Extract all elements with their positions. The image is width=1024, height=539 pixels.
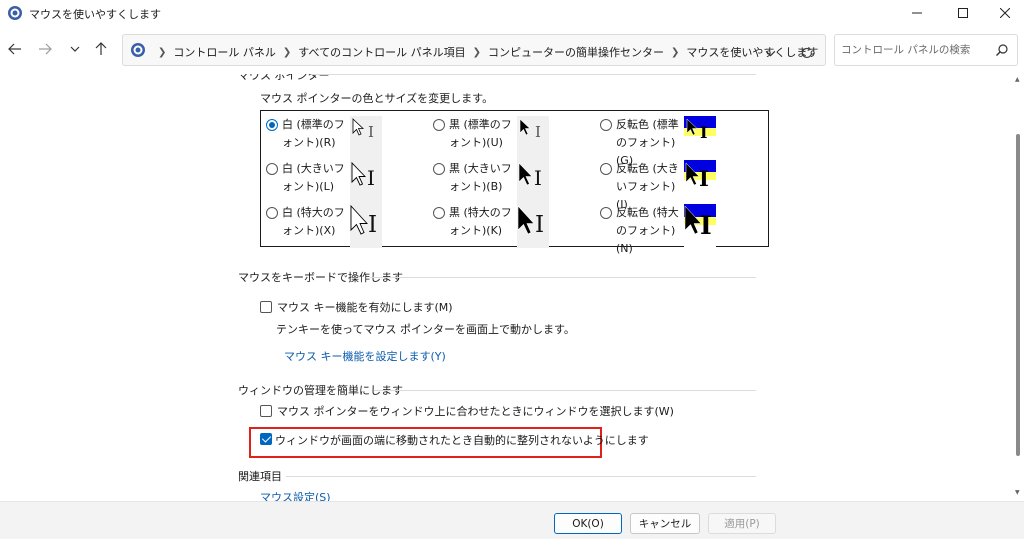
svg-text:I: I [700, 123, 707, 142]
refresh-icon[interactable] [797, 43, 817, 63]
pointer-option-black-extra-large[interactable]: 黒 (特大のフォント)(K) I [433, 204, 583, 248]
option-label: 白 (大きいフォント)(L) [282, 162, 345, 193]
mouse-keys-checkbox[interactable] [260, 301, 272, 313]
mouse-settings-link[interactable]: マウス設定(S) [260, 489, 331, 501]
group-divider [286, 476, 756, 477]
close-button[interactable] [986, 0, 1024, 26]
pointer-preview-black-standard: I [517, 116, 549, 160]
radio-black-large[interactable] [433, 163, 445, 175]
prevent-snap-checkbox[interactable] [260, 433, 272, 445]
chevron-right-icon[interactable]: ❯ [671, 47, 679, 58]
svg-text:I: I [700, 211, 712, 240]
group-divider [370, 277, 756, 278]
maximize-button[interactable] [940, 0, 986, 26]
radio-inverted-large[interactable] [600, 163, 612, 175]
pointer-option-white-large[interactable]: 白 (大きいフォント)(L) I [266, 160, 416, 204]
mouse-keys-label[interactable]: マウス キー機能を有効にします(M) [277, 299, 453, 315]
option-label: 白 (標準のフォント)(R) [282, 118, 345, 149]
set-up-mouse-keys-link[interactable]: マウス キー機能を設定します(Y) [284, 348, 446, 364]
minimize-button[interactable] [894, 0, 940, 26]
option-label: 黒 (標準のフォント)(U) [449, 118, 512, 149]
group-title-mouse-pointers: マウス ポインター [238, 74, 330, 82]
control-panel-icon [130, 42, 146, 58]
scroll-thumb[interactable] [1016, 134, 1020, 456]
cancel-button[interactable]: キャンセル [630, 513, 700, 534]
svg-text:I: I [699, 166, 709, 191]
chevron-right-icon: ❯ [158, 46, 167, 58]
group-divider [312, 74, 756, 75]
mouse-keys-description: テンキーを使ってマウス ポインターを画面上で動かします。 [276, 323, 575, 336]
svg-text:I: I [535, 212, 544, 238]
scroll-down-arrow-icon[interactable]: ▼ [1015, 489, 1020, 496]
chevron-right-icon[interactable]: ❯ [283, 47, 291, 58]
prevent-snap-label[interactable]: ウィンドウが画面の端に移動されたとき自動的に整列されないようにします [275, 432, 649, 448]
radio-white-large[interactable] [266, 163, 278, 175]
option-label: 白 (特大のフォント)(X) [282, 206, 345, 237]
ok-button[interactable]: OK(O) [554, 513, 622, 534]
pointer-description: マウス ポインターの色とサイズを変更します。 [260, 92, 494, 105]
radio-white-standard[interactable] [266, 119, 278, 131]
breadcrumb-item[interactable]: すべてのコントロール パネル項目 [298, 44, 465, 60]
option-label: 反転色 (特大のフォント)(N) [616, 206, 679, 255]
option-label: 黒 (大きいフォント)(B) [449, 162, 512, 193]
back-arrow-icon[interactable] [4, 38, 26, 60]
search-icon[interactable] [995, 43, 1009, 57]
svg-text:I: I [368, 212, 377, 238]
breadcrumb: ❯ コントロール パネル ❯ すべてのコントロール パネル項目 ❯ コンピュータ… [151, 44, 818, 60]
ease-of-access-icon [7, 5, 23, 21]
pointer-option-black-standard[interactable]: 黒 (標準のフォント)(U) I [433, 116, 583, 160]
title-bar: マウスを使いやすくします [0, 0, 1024, 26]
radio-inverted-extra-large[interactable] [600, 207, 612, 219]
group-divider [374, 390, 756, 391]
hover-activate-checkbox[interactable] [260, 405, 272, 417]
forward-arrow-icon[interactable] [34, 38, 56, 60]
radio-black-extra-large[interactable] [433, 207, 445, 219]
search-box [834, 34, 1018, 66]
pointer-preview-white-large: I [350, 160, 382, 204]
pointer-option-inverted-large[interactable]: 反転色 (大きいフォント)(I) I [600, 160, 750, 211]
pointer-preview-inverted-standard: I [684, 116, 716, 160]
svg-text:I: I [367, 166, 375, 190]
pointer-preview-inverted-extra-large: I [684, 204, 716, 248]
pointer-option-inverted-standard[interactable]: 反転色 (標準のフォント)(G) I [600, 116, 750, 167]
scroll-up-arrow-icon[interactable]: ▲ [1015, 76, 1020, 83]
option-label: 黒 (特大のフォント)(K) [449, 206, 512, 237]
breadcrumb-item[interactable]: コントロール パネル [173, 44, 276, 60]
pointer-preview-white-extra-large: I [350, 204, 382, 248]
hover-activate-label[interactable]: マウス ポインターをウィンドウ上に合わせたときにウィンドウを選択します(W) [277, 403, 674, 419]
svg-text:I: I [368, 123, 374, 141]
chevron-right-icon[interactable]: ❯ [473, 47, 481, 58]
search-input[interactable] [841, 42, 991, 58]
apply-button[interactable]: 適用(P) [708, 513, 776, 534]
pointer-option-white-extra-large[interactable]: 白 (特大のフォント)(X) I [266, 204, 416, 248]
radio-black-standard[interactable] [433, 119, 445, 131]
pointer-preview-white-standard: I [350, 116, 382, 160]
address-bar[interactable]: ❯ コントロール パネル ❯ すべてのコントロール パネル項目 ❯ コンピュータ… [122, 34, 826, 66]
radio-inverted-standard[interactable] [600, 119, 612, 131]
recent-locations-chevron-icon[interactable] [64, 38, 86, 60]
vertical-scrollbar[interactable]: ▲ ▼ [1012, 74, 1024, 501]
pointer-option-inverted-extra-large[interactable]: 反転色 (特大のフォント)(N) I [600, 204, 750, 255]
pointer-preview-black-extra-large: I [517, 204, 549, 248]
pointer-scheme-box: 白 (標準のフォント)(R) I 黒 (標準のフォント)(U) I 反転色 (標… [260, 110, 769, 255]
dialog-footer: OK(O) キャンセル 適用(P) [0, 501, 1024, 539]
pointer-option-white-standard[interactable]: 白 (標準のフォント)(R) I [266, 116, 416, 160]
pointer-preview-black-large: I [517, 160, 549, 204]
group-title-related: 関連項目 [238, 470, 282, 483]
content-area: マウス ポインター マウス ポインターの色とサイズを変更します。 白 (標準のフ… [0, 74, 1012, 501]
breadcrumb-item[interactable]: コンピューターの簡単操作センター [488, 44, 664, 60]
radio-white-extra-large[interactable] [266, 207, 278, 219]
navigation-bar: ❯ コントロール パネル ❯ すべてのコントロール パネル項目 ❯ コンピュータ… [0, 26, 1024, 74]
pointer-option-black-large[interactable]: 黒 (大きいフォント)(B) I [433, 160, 583, 204]
pointer-preview-inverted-large: I [684, 160, 716, 204]
window-title: マウスを使いやすくします [29, 8, 161, 21]
svg-text:I: I [534, 166, 542, 190]
up-arrow-icon[interactable] [90, 38, 112, 60]
svg-text:I: I [535, 123, 541, 141]
address-dropdown-chevron-icon[interactable] [760, 43, 780, 63]
